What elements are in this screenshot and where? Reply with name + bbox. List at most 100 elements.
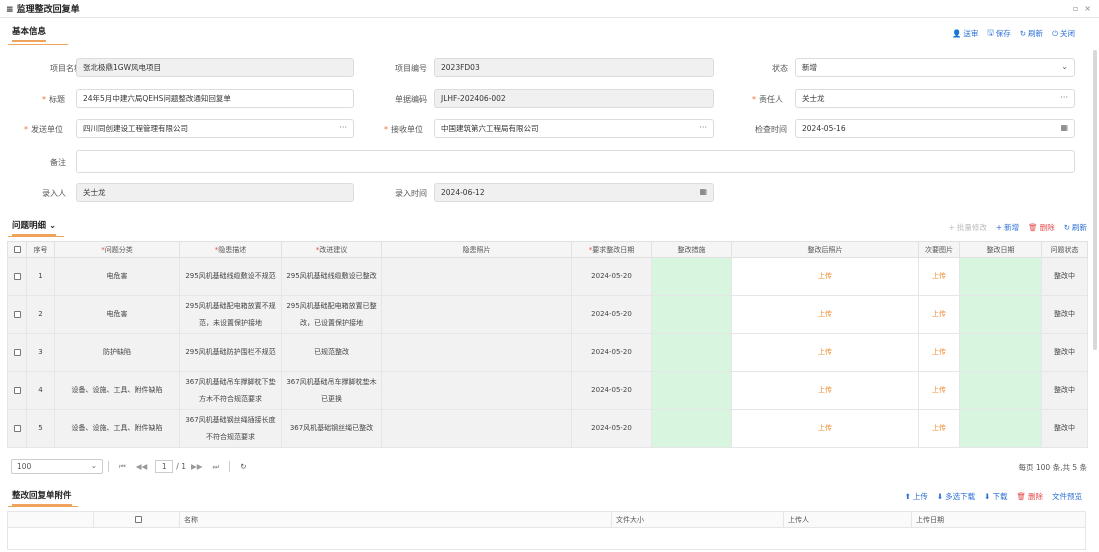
title-field[interactable]: 24年5月中建六局QEHS问题整改通知回复单	[76, 89, 354, 108]
upload-link[interactable]: 上传	[932, 386, 946, 394]
hazard-photo-cell[interactable]	[381, 333, 572, 372]
measure-cell[interactable]	[651, 409, 732, 448]
maximize-icon[interactable]: ▫	[1073, 4, 1078, 13]
fix-date-cell[interactable]	[959, 295, 1042, 334]
multi-download-button[interactable]: ⬇ 多选下载	[937, 491, 975, 502]
upload-link[interactable]: 上传	[932, 424, 946, 432]
description-cell[interactable]: 295风机基础防护围栏不规范	[179, 333, 282, 372]
calendar-icon[interactable]: ▦	[1060, 123, 1068, 132]
issues-title[interactable]: 问题明细 ⌄	[12, 217, 57, 236]
refresh-button[interactable]: ↻ 刷新	[1020, 27, 1043, 40]
upload-link[interactable]: 上传	[932, 310, 946, 318]
upload-link[interactable]: 上传	[818, 272, 832, 280]
save-button[interactable]: 🖫 保存	[987, 27, 1010, 40]
table-row[interactable]: 1 电危害 295风机基础线缆敷设不规范 295风机基础线缆敷设已整改 2024…	[7, 257, 1088, 296]
after-photo-cell[interactable]: 上传	[731, 409, 919, 448]
more-icon[interactable]: ···	[1060, 93, 1068, 102]
refresh-grid-button[interactable]: ↻ 刷新	[1064, 222, 1087, 233]
table-row[interactable]: 2 电危害 295风机基础配电箱放置不规范，未设置保护接地 295风机基础配电箱…	[7, 295, 1088, 334]
row-checkbox[interactable]	[7, 257, 27, 296]
upload-link[interactable]: 上传	[932, 272, 946, 280]
upload-link[interactable]: 上传	[818, 386, 832, 394]
page-number-input[interactable]: 1	[155, 460, 174, 473]
prev-page-icon[interactable]: ◀◀	[136, 462, 148, 471]
download-button[interactable]: ⬇ 下载	[984, 491, 1007, 502]
upload-link[interactable]: 上传	[932, 348, 946, 356]
description-cell[interactable]: 295风机基础配电箱放置不规范，未设置保护接地	[179, 295, 282, 334]
due-date-cell[interactable]: 2024-05-20	[571, 409, 652, 448]
fix-date-cell[interactable]	[959, 257, 1042, 296]
row-checkbox[interactable]	[7, 409, 27, 448]
advice-cell[interactable]: 367风机基础钢丝绳已整改	[281, 409, 382, 448]
owner-field[interactable]: 关士龙 ···	[795, 89, 1075, 108]
description-cell[interactable]: 367风机基础吊车撑脚枕下垫方木不符合规范要求	[179, 371, 282, 410]
advice-cell[interactable]: 已规范整改	[281, 333, 382, 372]
measure-cell[interactable]	[651, 371, 732, 410]
last-page-icon[interactable]: ⏭	[213, 462, 220, 472]
select-all-checkbox[interactable]	[93, 511, 180, 528]
row-checkbox[interactable]	[7, 333, 27, 372]
after-photo-cell[interactable]: 上传	[731, 295, 919, 334]
hazard-photo-cell[interactable]	[381, 371, 572, 410]
due-date-cell[interactable]: 2024-05-20	[571, 257, 652, 296]
status-select[interactable]: 新增 ⌄	[795, 58, 1075, 77]
upload-button[interactable]: ⬆ 上传	[905, 491, 928, 502]
category-cell[interactable]: 电危害	[54, 257, 180, 296]
table-row[interactable]: 4 设备、设施、工具、附件缺陷 367风机基础吊车撑脚枕下垫方木不符合规范要求 …	[7, 371, 1088, 410]
advice-cell[interactable]: 367风机基础吊车撑脚枕垫木已更换	[281, 371, 382, 410]
fix-date-cell[interactable]	[959, 371, 1042, 410]
advice-cell[interactable]: 295风机基础配电箱放置已整改，已设置保护接地	[281, 295, 382, 334]
upload-link[interactable]: 上传	[818, 310, 832, 318]
reload-icon[interactable]: ↻	[240, 462, 246, 471]
measure-cell[interactable]	[651, 333, 732, 372]
send-review-button[interactable]: 👤 送审	[952, 27, 978, 40]
due-date-cell[interactable]: 2024-05-20	[571, 333, 652, 372]
due-date-cell[interactable]: 2024-05-20	[571, 371, 652, 410]
close-button[interactable]: ⏻ 关闭	[1052, 27, 1075, 40]
row-checkbox[interactable]	[7, 295, 27, 334]
check-time-field[interactable]: 2024-05-16 ▦	[795, 119, 1075, 138]
remark-field[interactable]	[76, 150, 1075, 173]
after-photo-cell[interactable]: 上传	[731, 257, 919, 296]
upload-link[interactable]: 上传	[818, 424, 832, 432]
hazard-photo-cell[interactable]	[381, 257, 572, 296]
fix-date-cell[interactable]	[959, 409, 1042, 448]
advice-cell[interactable]: 295风机基础线缆敷设已整改	[281, 257, 382, 296]
table-row[interactable]: 3 防护缺陷 295风机基础防护围栏不规范 已规范整改 2024-05-20 上…	[7, 333, 1088, 372]
vertical-scrollbar[interactable]	[1093, 50, 1097, 350]
category-cell[interactable]: 电危害	[54, 295, 180, 334]
file-preview-button[interactable]: 文件预览	[1052, 491, 1082, 502]
upload-link[interactable]: 上传	[818, 348, 832, 356]
select-all-checkbox[interactable]	[7, 241, 27, 258]
batch-edit-button[interactable]: + 批量修改	[949, 222, 987, 233]
page-size-select[interactable]: 100 ⌄	[11, 459, 103, 474]
row-checkbox[interactable]	[7, 371, 27, 410]
after-photo-cell[interactable]: 上传	[731, 371, 919, 410]
delete-attachment-button[interactable]: 🗑 删除	[1016, 491, 1043, 502]
due-date-cell[interactable]: 2024-05-20	[571, 295, 652, 334]
secondary-photo-cell[interactable]: 上传	[918, 295, 960, 334]
more-icon[interactable]: ···	[699, 123, 707, 132]
add-row-button[interactable]: + 新增	[996, 222, 1019, 233]
secondary-photo-cell[interactable]: 上传	[918, 333, 960, 372]
description-cell[interactable]: 295风机基础线缆敷设不规范	[179, 257, 282, 296]
receiver-field[interactable]: 中国建筑第六工程局有限公司 ···	[434, 119, 714, 138]
after-photo-cell[interactable]: 上传	[731, 333, 919, 372]
first-page-icon[interactable]: ⏮	[119, 462, 126, 472]
fix-date-cell[interactable]	[959, 333, 1042, 372]
more-icon[interactable]: ···	[339, 123, 347, 132]
category-cell[interactable]: 设备、设施、工具、附件缺陷	[54, 371, 180, 410]
table-row[interactable]: 5 设备、设施、工具、附件缺陷 367风机基础钢丝绳插接长度不符合规范要求 36…	[7, 409, 1088, 448]
category-cell[interactable]: 设备、设施、工具、附件缺陷	[54, 409, 180, 448]
hazard-photo-cell[interactable]	[381, 295, 572, 334]
secondary-photo-cell[interactable]: 上传	[918, 371, 960, 410]
delete-row-button[interactable]: 🗑 删除	[1028, 222, 1055, 233]
secondary-photo-cell[interactable]: 上传	[918, 257, 960, 296]
description-cell[interactable]: 367风机基础钢丝绳插接长度不符合规范要求	[179, 409, 282, 448]
measure-cell[interactable]	[651, 257, 732, 296]
sender-field[interactable]: 四川同创建设工程管理有限公司 ···	[76, 119, 354, 138]
hazard-photo-cell[interactable]	[381, 409, 572, 448]
measure-cell[interactable]	[651, 295, 732, 334]
secondary-photo-cell[interactable]: 上传	[918, 409, 960, 448]
category-cell[interactable]: 防护缺陷	[54, 333, 180, 372]
